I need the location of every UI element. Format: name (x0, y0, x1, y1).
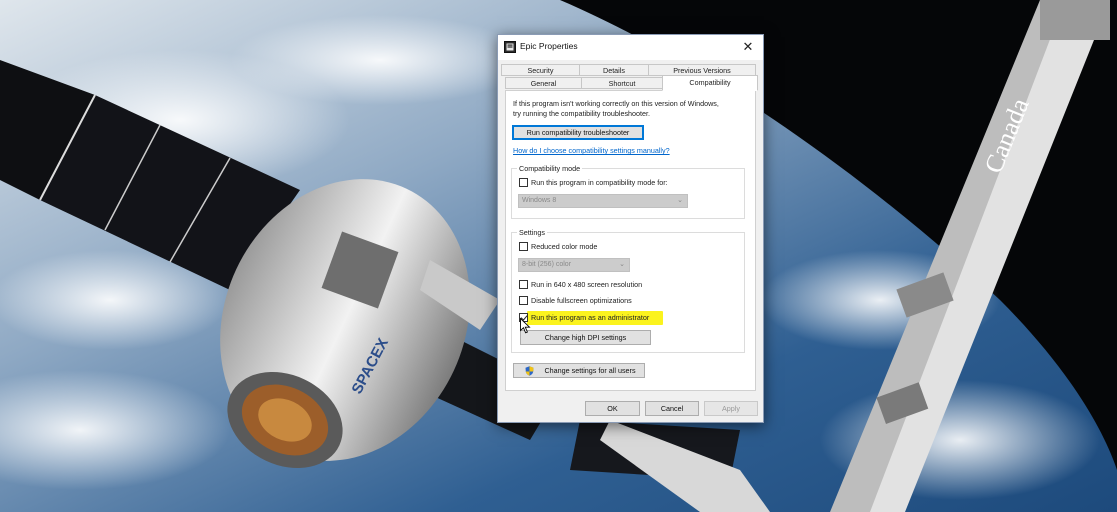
dialog-title: Epic Properties (520, 41, 578, 51)
compatibility-mode-checkbox[interactable] (519, 178, 528, 187)
resolution-640-checkbox[interactable] (519, 280, 528, 289)
chevron-down-icon: ⌄ (619, 261, 625, 268)
compatibility-mode-checkbox-label: Run this program in compatibility mode f… (531, 178, 668, 187)
change-all-users-button[interactable]: Change settings for all users (513, 363, 645, 378)
intro-text-line1: If this program isn't working correctly … (513, 99, 719, 108)
run-as-admin-label: Run this program as an administrator (531, 313, 650, 322)
reduced-color-checkbox[interactable] (519, 242, 528, 251)
change-all-users-label: Change settings for all users (544, 366, 636, 375)
tab-security[interactable]: Security (501, 64, 580, 76)
tab-compatibility[interactable]: Compatibility (662, 75, 758, 91)
color-depth-value: 8-bit (256) color (522, 261, 572, 268)
tab-shortcut[interactable]: Shortcut (581, 77, 663, 89)
ok-button[interactable]: OK (585, 401, 640, 416)
tab-general[interactable]: General (505, 77, 582, 89)
run-troubleshooter-button[interactable]: Run compatibility troubleshooter (512, 125, 644, 140)
reduced-color-label: Reduced color mode (531, 242, 598, 251)
shield-icon (525, 366, 534, 376)
chevron-down-icon: ⌄ (677, 197, 683, 204)
change-dpi-button[interactable]: Change high DPI settings (520, 330, 651, 345)
cancel-button[interactable]: Cancel (645, 401, 699, 416)
tab-details[interactable]: Details (579, 64, 649, 76)
close-icon: ✕ (742, 39, 754, 54)
compatibility-mode-label: Compatibility mode (517, 164, 583, 173)
manual-settings-link[interactable]: How do I choose compatibility settings m… (513, 146, 670, 155)
color-depth-select[interactable]: 8-bit (256) color ⌄ (518, 258, 630, 272)
close-button[interactable]: ✕ (733, 35, 763, 60)
title-bar[interactable]: Epic Properties ✕ (498, 35, 763, 60)
os-version-value: Windows 8 (522, 197, 557, 204)
os-version-select[interactable]: Windows 8 ⌄ (518, 194, 688, 208)
intro-text-line2: try running the compatibility troublesho… (513, 109, 651, 118)
program-icon (504, 41, 516, 53)
disable-fullscreen-checkbox[interactable] (519, 296, 528, 305)
mouse-cursor-icon (520, 318, 531, 334)
settings-label: Settings (517, 228, 547, 237)
apply-button[interactable]: Apply (704, 401, 758, 416)
resolution-640-label: Run in 640 x 480 screen resolution (531, 280, 643, 289)
disable-fullscreen-label: Disable fullscreen optimizations (531, 296, 632, 305)
